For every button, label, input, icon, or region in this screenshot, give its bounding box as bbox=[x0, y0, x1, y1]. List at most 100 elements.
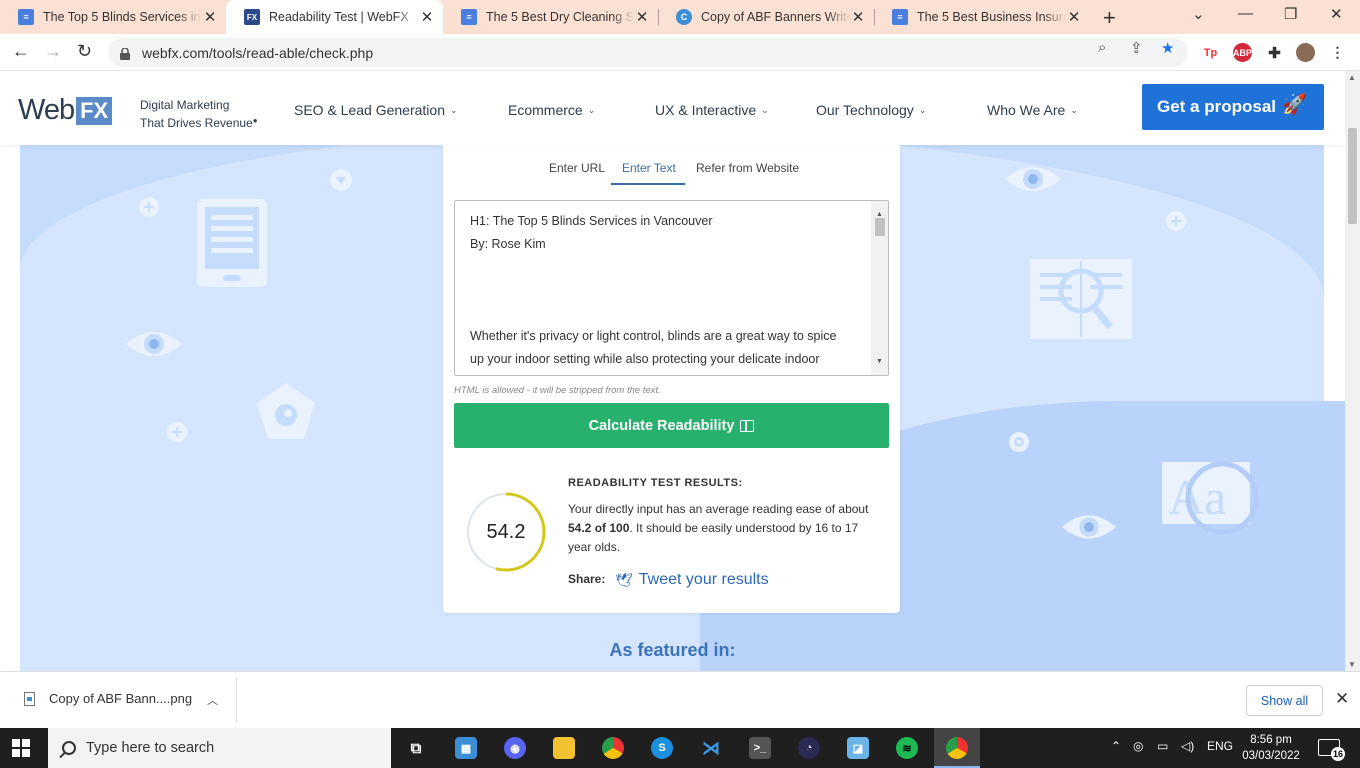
spotify-icon[interactable]: ≋ bbox=[896, 737, 918, 759]
plus-icon bbox=[139, 197, 159, 217]
page-scrollbar[interactable]: ▲ ▼ bbox=[1345, 71, 1360, 671]
chevron-up-icon[interactable]: ︿ bbox=[207, 692, 218, 708]
download-item[interactable]: Copy of ABF Bann....png bbox=[24, 691, 192, 706]
input-mode-tabs: Enter URL Enter Text Refer from Website bbox=[443, 159, 900, 185]
featured-heading: As featured in: bbox=[609, 640, 736, 660]
windows-start-icon[interactable] bbox=[12, 739, 30, 757]
new-tab-button[interactable]: + bbox=[1103, 5, 1116, 31]
bookmark-star-icon[interactable]: ★ bbox=[1161, 39, 1174, 57]
restore-button[interactable]: ❐ bbox=[1284, 5, 1297, 23]
clock-time: 8:56 pm bbox=[1250, 734, 1292, 746]
vscode-icon[interactable]: ⋊ bbox=[700, 737, 722, 759]
reload-button[interactable]: ↻ bbox=[77, 41, 92, 62]
webfx-logo[interactable]: Web FX bbox=[18, 94, 113, 127]
address-bar[interactable]: webfx.com/tools/read-able/check.php bbox=[108, 38, 1188, 67]
extensions-puzzle-icon[interactable]: ✚ bbox=[1265, 43, 1284, 62]
skype-icon[interactable]: S bbox=[651, 737, 673, 759]
calculate-readability-button[interactable]: Calculate Readability bbox=[454, 403, 889, 448]
results-title: READABILITY TEST RESULTS: bbox=[568, 477, 743, 489]
scroll-down-icon[interactable]: ▼ bbox=[1348, 660, 1356, 669]
eye-icon bbox=[1005, 167, 1061, 191]
taskbar-clock[interactable]: 8:56 pm 03/03/2022 bbox=[1242, 732, 1300, 764]
text-input-area[interactable]: H1: The Top 5 Blinds Services in Vancouv… bbox=[454, 200, 889, 376]
tab-search-icon[interactable]: ⌄ bbox=[1192, 5, 1205, 23]
tab-enter-url[interactable]: Enter URL bbox=[549, 161, 605, 175]
download-bar: Copy of ABF Bann....png ︿ Show all ✕ bbox=[0, 671, 1360, 728]
tab-title: Copy of ABF Banners Writers bbox=[701, 10, 850, 24]
nav-our-technology[interactable]: Our Technology ⌄ bbox=[816, 102, 926, 118]
textarea-scrollbar[interactable]: ▲ ▼ bbox=[871, 201, 888, 375]
close-tab-icon[interactable]: ✕ bbox=[202, 8, 218, 26]
rocket-icon: 🚀 bbox=[1282, 94, 1307, 116]
tab-title: The 5 Best Dry Cleaning Serv bbox=[486, 10, 634, 24]
scrollbar-thumb[interactable] bbox=[875, 218, 885, 236]
browser-tab-abf-banners[interactable]: C Copy of ABF Banners Writers ✕ bbox=[658, 0, 874, 34]
web-page: Aa Web FX Digital Marketing That Drives … bbox=[0, 71, 1345, 671]
eye-icon bbox=[1061, 515, 1117, 539]
close-icon[interactable]: ✕ bbox=[1335, 689, 1349, 709]
text-line: up your indoor setting while also protec… bbox=[470, 352, 820, 366]
get-proposal-button[interactable]: Get a proposal 🚀 bbox=[1142, 84, 1324, 130]
task-view-icon[interactable]: ⧉ bbox=[405, 737, 427, 759]
share-label: Share: bbox=[568, 572, 606, 586]
scrollbar-thumb[interactable] bbox=[1348, 128, 1357, 224]
close-tab-icon[interactable]: ✕ bbox=[419, 8, 435, 26]
chevron-down-icon: ⌄ bbox=[918, 105, 927, 115]
calculator-app-icon[interactable]: ▦ bbox=[455, 737, 477, 759]
network-icon[interactable]: ▭ bbox=[1157, 739, 1168, 753]
browser-tab-dry-cleaning[interactable]: ≡ The 5 Best Dry Cleaning Serv ✕ bbox=[443, 0, 658, 34]
share-icon[interactable]: ⇪ bbox=[1130, 39, 1143, 57]
browser-tab-blinds[interactable]: ≡ The Top 5 Blinds Services in V ✕ bbox=[0, 0, 226, 34]
chevron-down-icon: ⌄ bbox=[587, 105, 596, 115]
volume-icon[interactable]: ◁) bbox=[1181, 739, 1194, 753]
meet-now-icon[interactable]: ◎ bbox=[1133, 739, 1143, 753]
tagline: Digital Marketing That Drives Revenue● bbox=[140, 97, 258, 131]
chrome-profile-icon[interactable] bbox=[946, 737, 968, 759]
lock-icon bbox=[120, 46, 130, 60]
text-content: H1: The Top 5 Blinds Services in Vancouv… bbox=[470, 210, 870, 375]
close-tab-icon[interactable]: ✕ bbox=[634, 8, 650, 26]
snip-app-icon[interactable]: ◪ bbox=[847, 737, 869, 759]
nav-ux-interactive[interactable]: UX & Interactive ⌄ bbox=[655, 102, 769, 118]
close-window-button[interactable]: ✕ bbox=[1330, 5, 1343, 23]
forward-button[interactable]: → bbox=[44, 41, 62, 62]
browser-tab-readability[interactable]: FX Readability Test | WebFX ✕ bbox=[226, 0, 443, 34]
profile-avatar[interactable] bbox=[1296, 43, 1315, 62]
close-tab-icon[interactable]: ✕ bbox=[850, 8, 866, 26]
notification-center-icon[interactable]: 16 bbox=[1318, 739, 1345, 761]
file-explorer-icon[interactable] bbox=[553, 737, 575, 759]
scroll-down-icon[interactable]: ▼ bbox=[876, 350, 883, 373]
tab-enter-text[interactable]: Enter Text bbox=[622, 161, 676, 175]
clock-app-icon[interactable]: ◔ bbox=[798, 737, 820, 759]
nav-seo[interactable]: SEO & Lead Generation ⌄ bbox=[294, 102, 458, 118]
nav-ecommerce[interactable]: Ecommerce ⌄ bbox=[508, 102, 595, 118]
adblock-plus-icon[interactable]: ABP bbox=[1233, 43, 1252, 62]
browser-tab-strip: ≡ The Top 5 Blinds Services in V ✕ FX Re… bbox=[0, 0, 1360, 34]
minimize-button[interactable]: — bbox=[1238, 5, 1253, 22]
tweet-results-link[interactable]: 🕊 Tweet your results bbox=[615, 571, 769, 589]
chrome-icon[interactable] bbox=[602, 737, 624, 759]
zoom-icon[interactable]: ⌕ bbox=[1098, 39, 1106, 56]
browser-tab-business-insurance[interactable]: ≡ The 5 Best Business Insuranc ✕ bbox=[874, 0, 1090, 34]
scroll-up-icon[interactable]: ▲ bbox=[1348, 73, 1356, 82]
pentagon-icon bbox=[257, 383, 315, 439]
extension-tp-icon[interactable]: Tp bbox=[1201, 43, 1220, 62]
tweet-label: Tweet your results bbox=[638, 571, 769, 588]
tray-expand-icon[interactable]: ⌃ bbox=[1111, 739, 1121, 753]
readability-card: Enter URL Enter Text Refer from Website … bbox=[443, 145, 900, 613]
clock-date: 03/03/2022 bbox=[1242, 750, 1300, 762]
results-score-bold: 54.2 of 100 bbox=[568, 521, 630, 535]
text-line: H1: The Top 5 Blinds Services in Vancouv… bbox=[470, 214, 713, 228]
back-button[interactable]: ← bbox=[12, 41, 30, 62]
tab-refer-from-website[interactable]: Refer from Website bbox=[696, 161, 799, 175]
webfx-icon: FX bbox=[244, 9, 260, 25]
discord-icon[interactable]: ◉ bbox=[504, 737, 526, 759]
taskbar-search-input[interactable]: Type here to search bbox=[48, 728, 391, 768]
terminal-icon[interactable]: >_ bbox=[749, 737, 771, 759]
score-value: 54.2 bbox=[486, 520, 526, 543]
menu-kebab-icon[interactable]: ⋮ bbox=[1328, 43, 1347, 62]
language-indicator[interactable]: ENG bbox=[1207, 739, 1233, 753]
nav-who-we-are[interactable]: Who We Are ⌄ bbox=[987, 102, 1078, 118]
close-tab-icon[interactable]: ✕ bbox=[1066, 8, 1082, 26]
show-all-button[interactable]: Show all bbox=[1246, 685, 1323, 716]
